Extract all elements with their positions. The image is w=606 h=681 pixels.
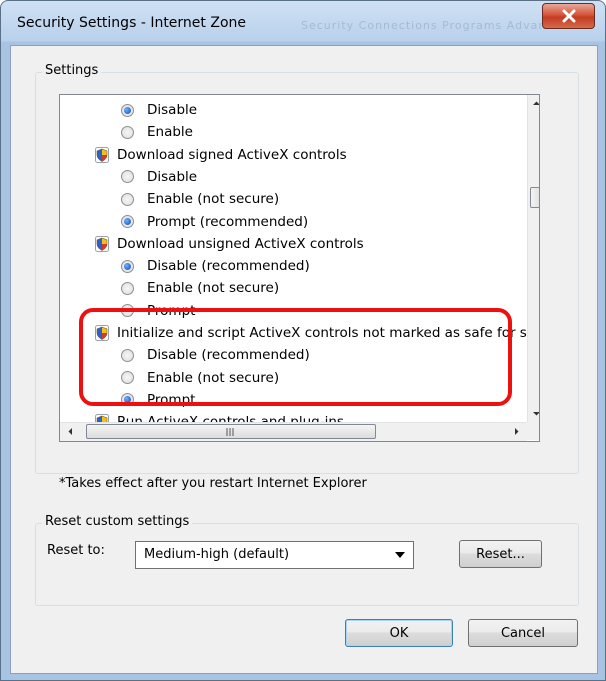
- list-item-label: Download unsigned ActiveX controls: [117, 235, 364, 252]
- horizontal-scroll-thumb[interactable]: [86, 424, 376, 439]
- reset-to-label: Reset to:: [47, 543, 105, 558]
- vertical-scrollbar[interactable]: [527, 95, 540, 422]
- scroll-down-icon[interactable]: [528, 405, 540, 422]
- security-shield-icon: [95, 146, 109, 163]
- scrollbar-corner: [527, 422, 539, 440]
- highlight-annotation: [79, 308, 512, 406]
- ok-button[interactable]: OK: [345, 619, 453, 647]
- radio-option[interactable]: Enable (not secure): [121, 277, 279, 299]
- scroll-up-icon[interactable]: [528, 95, 540, 112]
- window-title: Security Settings - Internet Zone: [17, 15, 246, 31]
- radio-option[interactable]: Disable: [121, 166, 197, 188]
- list-item-label: Prompt (recommended): [147, 213, 309, 230]
- restart-note: *Takes effect after you restart Internet…: [59, 476, 367, 491]
- reset-group-label: Reset custom settings: [42, 514, 193, 529]
- radio-selected-icon[interactable]: [121, 259, 134, 273]
- vertical-scroll-thumb[interactable]: [530, 187, 539, 208]
- scroll-right-icon[interactable]: [508, 423, 525, 440]
- horizontal-scrollbar[interactable]: [60, 422, 527, 441]
- reset-button[interactable]: Reset...: [459, 540, 542, 568]
- setting-category[interactable]: Download unsigned ActiveX controls: [95, 233, 364, 255]
- cancel-button-label: Cancel: [500, 625, 546, 641]
- radio-unselected-icon[interactable]: [121, 192, 134, 206]
- list-item-label: Enable (not secure): [147, 280, 280, 297]
- radio-option[interactable]: Enable: [121, 121, 193, 143]
- radio-option[interactable]: Prompt (recommended): [121, 211, 308, 233]
- radio-unselected-icon[interactable]: [121, 281, 134, 295]
- list-item-label: Download signed ActiveX controls: [117, 146, 347, 163]
- radio-option[interactable]: Enable (not secure): [121, 188, 279, 210]
- list-item-label: Enable: [147, 124, 193, 141]
- list-item-label: Disable: [147, 168, 198, 185]
- scroll-left-icon[interactable]: [62, 423, 79, 440]
- setting-category[interactable]: Download signed ActiveX controls: [95, 144, 347, 166]
- chevron-down-icon: [395, 552, 405, 558]
- radio-selected-icon[interactable]: [121, 103, 134, 117]
- reset-level-select[interactable]: Medium-high (default): [135, 541, 414, 569]
- radio-option[interactable]: Disable (recommended): [121, 255, 310, 277]
- radio-unselected-icon[interactable]: [121, 170, 134, 184]
- background-tabs-text: Security Connections Programs Advanced: [301, 19, 570, 32]
- close-icon: [562, 9, 575, 23]
- radio-unselected-icon[interactable]: [121, 125, 134, 139]
- radio-option[interactable]: Disable: [121, 99, 197, 121]
- reset-button-label: Reset...: [476, 546, 525, 562]
- radio-selected-icon[interactable]: [121, 215, 134, 228]
- list-item-label: Enable (not secure): [147, 191, 280, 208]
- settings-group-label: Settings: [42, 63, 102, 78]
- ok-button-label: OK: [389, 625, 409, 641]
- security-shield-icon: [95, 235, 109, 252]
- cancel-button[interactable]: Cancel: [468, 619, 578, 647]
- reset-level-value: Medium-high (default): [144, 547, 290, 562]
- close-button[interactable]: [542, 3, 595, 29]
- title-bar[interactable]: Security Settings - Internet Zone Securi…: [1, 1, 605, 45]
- grip-icon: [226, 428, 234, 436]
- list-item-label: Disable: [147, 102, 198, 118]
- list-item-label: Disable (recommended): [147, 258, 310, 275]
